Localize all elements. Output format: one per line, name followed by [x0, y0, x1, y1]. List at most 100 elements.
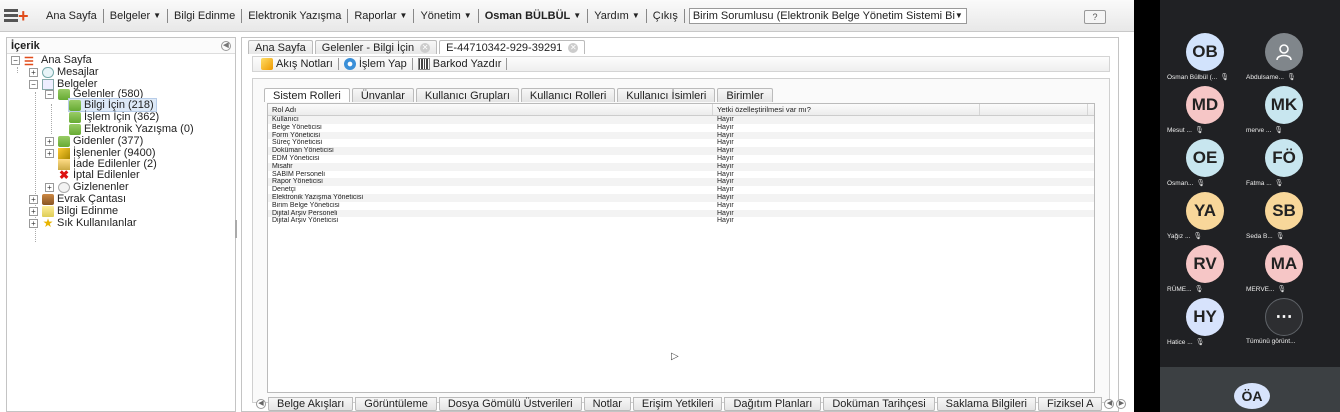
tab-retention-info[interactable]: Saklama Bilgileri	[936, 397, 1036, 411]
participant-name-label: merve ...	[1246, 126, 1272, 134]
participant-tile[interactable]: ⋯ Tümünü görünt...	[1242, 298, 1327, 350]
tree-node-action-for[interactable]: İşlem İçin (362)	[69, 111, 159, 123]
role-name-cell: Misafir	[272, 162, 293, 170]
table-row[interactable]: SABİM Personeli Hayır	[268, 171, 1094, 179]
table-row[interactable]: EDM Yöneticisi Hayır	[268, 155, 1094, 163]
table-row[interactable]: Dijital Arşiv Personeli Hayır	[268, 209, 1094, 218]
table-row[interactable]: Denetçi Hayır	[268, 186, 1094, 194]
table-row[interactable]: Doküman Yöneticisi Hayır	[268, 147, 1094, 155]
grid-header: Rol Adı Yetki özelleştirilmesi var mı?	[268, 104, 1094, 116]
tab-physical[interactable]: Fiziksel A	[1037, 397, 1103, 411]
menu-management[interactable]: Yönetim ▼	[414, 10, 477, 22]
column-header-role-name[interactable]: Rol Adı	[268, 104, 713, 115]
tree-node-favorites[interactable]: + ★ Sık Kullanılanlar	[29, 217, 137, 229]
expand-icon[interactable]: +	[45, 182, 54, 192]
tab-units[interactable]: Birimler	[717, 88, 773, 102]
participant-tile[interactable]: MD Mesut ... 🎙	[1163, 86, 1248, 138]
expand-icon[interactable]: +	[45, 136, 54, 146]
column-header-customized[interactable]: Yetki özelleştirilmesi var mı?	[713, 104, 980, 115]
tab-user-roles[interactable]: Kullanıcı Rolleri	[520, 88, 616, 102]
expand-icon[interactable]: +	[45, 148, 54, 158]
tab-system-roles[interactable]: Sistem Rolleri	[264, 88, 350, 102]
participant-tile[interactable]: HY Hatice ... 🎙	[1163, 298, 1248, 350]
table-row[interactable]: Birim Belge Yöneticisi Hayır	[268, 202, 1094, 210]
collapse-icon[interactable]: −	[11, 55, 20, 65]
table-row[interactable]: Form Yöneticisi Hayır	[268, 131, 1094, 140]
tree-node-messages[interactable]: + Mesajlar	[29, 66, 99, 78]
chevron-down-icon: ▼	[573, 11, 582, 20]
menu-documents[interactable]: Belgeler ▼	[104, 10, 167, 22]
participant-tile[interactable]: MK merve ... 🎙	[1242, 86, 1327, 138]
tab-home[interactable]: Ana Sayfa	[248, 40, 313, 54]
participant-tile[interactable]: YA Yağız ... 🎙	[1163, 192, 1248, 244]
scroll-left-small-icon[interactable]: ◀	[1104, 399, 1115, 409]
participant-tile[interactable]: MA MERVE... 🎙	[1242, 245, 1327, 297]
tab-view[interactable]: Görüntüleme	[355, 397, 437, 411]
tab-distribution-plans[interactable]: Dağıtım Planları	[724, 397, 822, 411]
tree-node-home[interactable]: − ☰ Ana Sayfa	[11, 54, 92, 68]
expand-icon[interactable]: +	[29, 194, 38, 204]
tab-user-groups[interactable]: Kullanıcı Grupları	[415, 88, 519, 102]
scroll-right-icon[interactable]: ▶	[1116, 399, 1127, 409]
tab-incoming-info[interactable]: Gelenler - Bilgi İçin ✕	[314, 40, 438, 54]
table-row[interactable]: Kullanıcı Hayır	[268, 116, 1094, 124]
table-row[interactable]: Elektronik Yazışma Yöneticisi Hayır	[268, 193, 1094, 202]
tab-document[interactable]: E-44710342-929-39291 ✕	[439, 40, 586, 54]
close-icon[interactable]: ✕	[568, 42, 579, 53]
menu-information-request[interactable]: Bilgi Edinme	[168, 10, 241, 22]
tree-node-outgoing[interactable]: + Gidenler (377)	[45, 135, 143, 147]
collapse-icon[interactable]: −	[45, 89, 54, 99]
expand-icon[interactable]: +	[29, 218, 38, 228]
menu-electronic-correspondence[interactable]: Elektronik Yazışma	[242, 10, 347, 22]
participant-tile[interactable]: OE Osman... 🎙	[1163, 139, 1248, 191]
menu-logout[interactable]: Çıkış	[647, 10, 684, 22]
tree-node-electronic-correspondence[interactable]: Elektronik Yazışma (0)	[69, 123, 194, 135]
close-icon[interactable]: ✕	[420, 42, 431, 53]
flow-notes-button[interactable]: Akış Notları	[256, 58, 338, 70]
participant-avatar: OE	[1186, 139, 1224, 177]
participant-tile[interactable]: Abdulsame... 🎙	[1242, 33, 1327, 85]
menu-user[interactable]: Osman BÜLBÜL ▼	[479, 10, 587, 22]
tab-titles[interactable]: Ünvanlar	[351, 88, 414, 102]
tree-node-info-for[interactable]: Bilgi İçin (218)	[68, 98, 157, 112]
table-row[interactable]: Dijital Arşiv Yöneticisi Hayır	[268, 217, 1094, 225]
tab-user-names[interactable]: Kullanıcı İsimleri	[617, 88, 716, 102]
print-barcode-button[interactable]: Barkod Yazdır	[413, 58, 507, 70]
table-row[interactable]: Rapor Yöneticisi Hayır	[268, 178, 1094, 187]
table-row[interactable]: Belge Yöneticisi Hayır	[268, 124, 1094, 132]
mic-icon: 🎙	[1275, 233, 1285, 240]
role-select[interactable]: Birim Sorumlusu (Elektronik Belge Yöneti…	[688, 7, 967, 24]
menu-home[interactable]: Ana Sayfa	[40, 10, 103, 22]
expand-icon[interactable]: +	[29, 67, 38, 77]
tab-document-flows[interactable]: Belge Akışları	[268, 397, 354, 411]
collapse-icon[interactable]: −	[29, 79, 38, 89]
screen-divider	[1134, 0, 1160, 412]
menu-reports[interactable]: Raporlar ▼	[348, 10, 413, 22]
app-logo[interactable]: +	[4, 7, 34, 25]
participant-avatar: YA	[1186, 192, 1224, 230]
participant-tile[interactable]: FÖ Fatma ... 🎙	[1242, 139, 1327, 191]
tree-node-cancelled[interactable]: ✖ İptal Edilenler	[58, 169, 140, 182]
tab-notes[interactable]: Notlar	[583, 397, 631, 411]
scroll-left-icon[interactable]: ◀	[256, 399, 266, 409]
table-row[interactable]: Misafir Hayır	[268, 162, 1094, 171]
empty-cell	[980, 178, 1088, 186]
mic-icon: 🎙	[1194, 127, 1204, 134]
take-action-button[interactable]: İşlem Yap	[339, 58, 412, 70]
tree-node-hidden[interactable]: + Gizlenenler	[45, 181, 129, 193]
panel-splitter[interactable]	[235, 220, 237, 238]
table-row[interactable]: Süreç Yöneticisi Hayır	[268, 139, 1094, 147]
participant-tile[interactable]: SB Seda B... 🎙	[1242, 192, 1327, 244]
tree-node-briefcase[interactable]: + Evrak Çantası	[29, 193, 126, 205]
participant-tile[interactable]: OB Osman Bülbül (... 🎙	[1163, 33, 1248, 85]
participant-tile[interactable]: RV RÜME... 🎙	[1163, 245, 1248, 297]
role-name-cell: Form Yöneticisi	[272, 131, 321, 139]
tab-document-history[interactable]: Doküman Tarihçesi	[823, 397, 935, 411]
tab-embedded-metadata[interactable]: Dosya Gömülü Üstverileri	[438, 397, 582, 411]
expand-icon[interactable]: +	[29, 206, 38, 216]
menu-help[interactable]: Yardım ▼	[588, 10, 646, 22]
collapse-panel-icon[interactable]: ◀	[221, 40, 231, 51]
tab-access-rights[interactable]: Erişim Yetkileri	[632, 397, 723, 411]
role-name-cell: Dijital Arşiv Yöneticisi	[272, 217, 339, 225]
help-button[interactable]: ?	[1084, 10, 1106, 24]
